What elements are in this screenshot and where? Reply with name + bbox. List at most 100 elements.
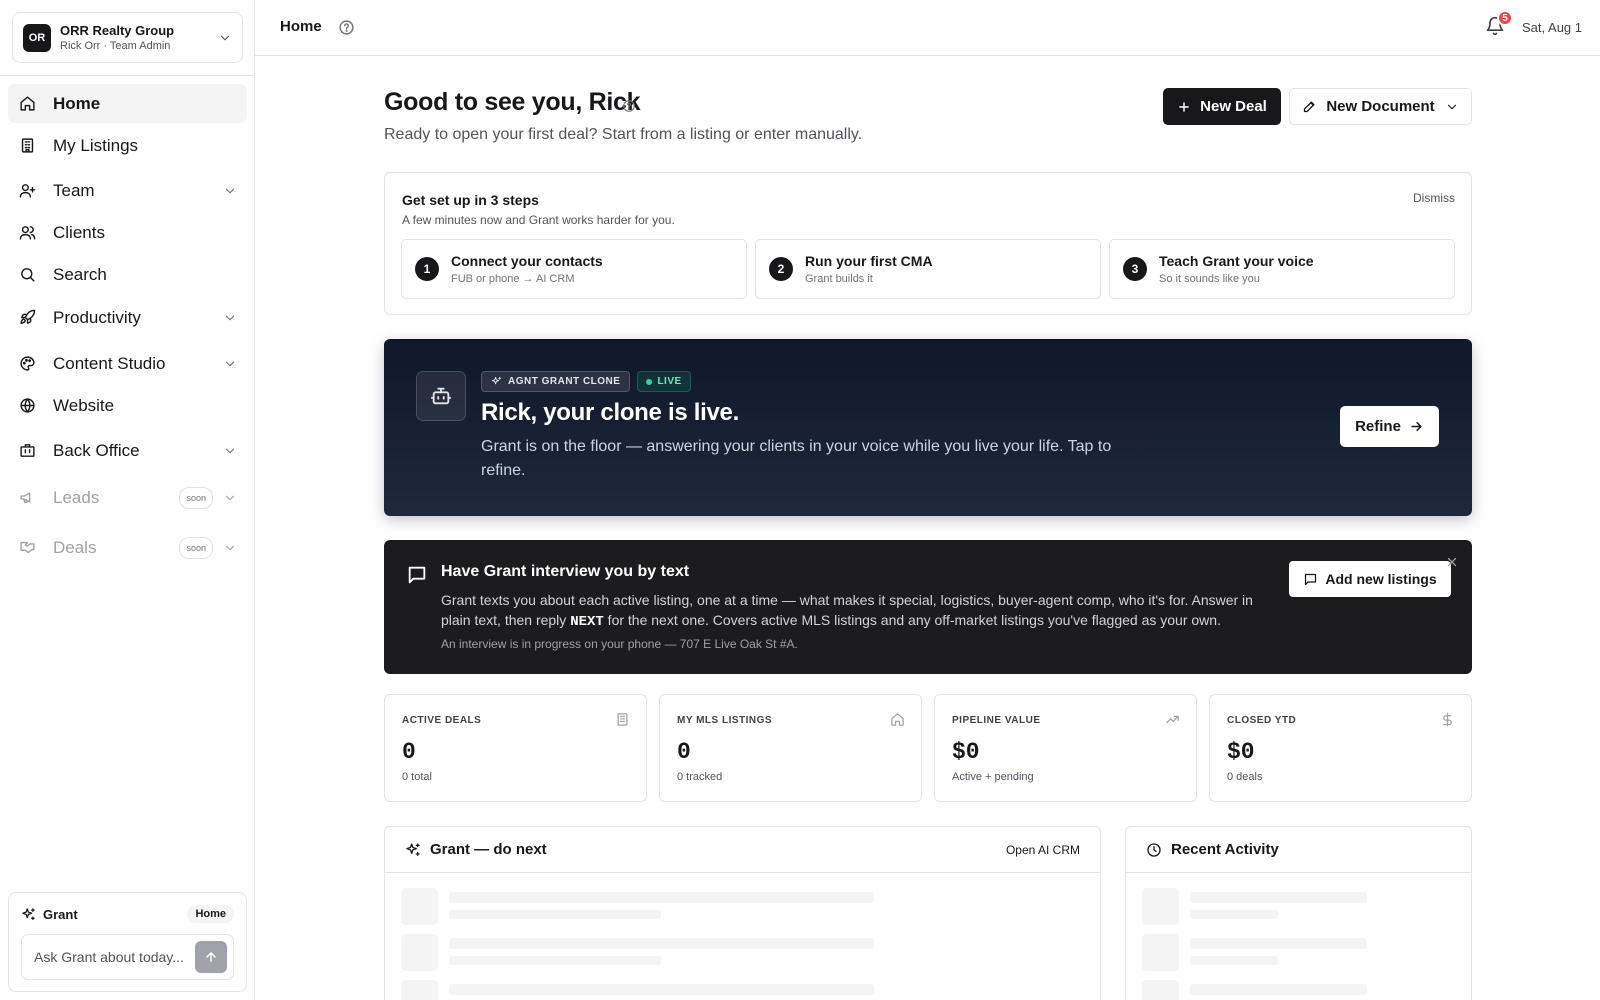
- help-icon[interactable]: [622, 99, 636, 113]
- building-icon: [617, 713, 628, 726]
- open-ai-crm-link[interactable]: Open AI CRM: [1006, 843, 1080, 857]
- add-new-listings-button[interactable]: Add new listings: [1289, 561, 1451, 597]
- interview-keyword: NEXT: [570, 614, 604, 630]
- step-subtitle: Grant builds it: [805, 273, 873, 285]
- new-deal-button[interactable]: New Deal: [1163, 88, 1281, 125]
- stat-card-active-deals: ACTIVE DEALS 0 0 total: [384, 694, 647, 802]
- megaphone-icon: [18, 489, 36, 507]
- org-user-role: Rick Orr · Team Admin: [60, 40, 171, 52]
- clock-icon: [1147, 842, 1161, 857]
- grant-assistant-box: Grant Home: [8, 892, 247, 992]
- setup-title: Get set up in 3 steps: [402, 192, 539, 208]
- clone-title: Rick, your clone is live.: [481, 399, 739, 426]
- stat-subtitle: 0 tracked: [677, 771, 723, 783]
- chevron-down-icon: [220, 35, 230, 40]
- step-subtitle: FUB or phone → AI CRM: [451, 273, 575, 285]
- sidebar-item-website[interactable]: Website: [8, 386, 247, 425]
- help-icon[interactable]: [338, 19, 355, 36]
- new-document-label: New Document: [1326, 98, 1435, 115]
- loading-skeleton-row: [401, 888, 874, 925]
- chevron-down-icon: [225, 495, 235, 500]
- bot-icon: [416, 371, 466, 421]
- sidebar-item-label: My Listings: [53, 135, 139, 155]
- soon-badge: soon: [179, 486, 213, 509]
- stat-subtitle: 0 total: [402, 771, 432, 783]
- sidebar-item-home[interactable]: Home: [8, 84, 247, 123]
- setup-step-run-cma[interactable]: 2 Run your first CMA Grant builds it: [755, 239, 1101, 299]
- sidebar-item-label: Leads: [53, 487, 100, 507]
- sidebar-item-search[interactable]: Search: [8, 255, 247, 294]
- sidebar-item-label: Team: [53, 180, 95, 200]
- sidebar-item-my-listings[interactable]: My Listings: [8, 126, 247, 165]
- ask-grant-input[interactable]: [34, 949, 195, 965]
- stat-subtitle: 0 deals: [1227, 771, 1263, 783]
- sidebar-item-team[interactable]: Team: [8, 171, 247, 210]
- live-label: LIVE: [657, 376, 682, 387]
- globe-icon: [18, 397, 36, 415]
- grant-input-wrapper: [21, 934, 234, 980]
- sidebar-item-content-studio[interactable]: Content Studio: [8, 344, 247, 383]
- message-square-icon: [1305, 573, 1317, 585]
- org-avatar: OR: [23, 23, 51, 52]
- interview-text-after: for the next one. Covers active MLS list…: [603, 612, 1221, 628]
- sidebar-item-productivity[interactable]: Productivity: [8, 298, 247, 337]
- new-document-button[interactable]: New Document: [1289, 88, 1472, 125]
- building-icon: [18, 137, 36, 155]
- stat-card-pipeline-value: PIPELINE VALUE $0 Active + pending: [934, 694, 1197, 802]
- setup-card: Get set up in 3 steps A few minutes now …: [384, 172, 1472, 315]
- dollar-icon: [1443, 712, 1452, 727]
- step-number: 2: [769, 257, 793, 281]
- sidebar-item-deals: Deals soon: [8, 528, 247, 567]
- sidebar-item-leads: Leads soon: [8, 478, 247, 517]
- sidebar-item-label: Website: [53, 395, 115, 415]
- setup-step-connect-contacts[interactable]: 1 Connect your contacts FUB or phone → A…: [401, 239, 747, 299]
- interview-footnote: An interview is in progress on your phon…: [441, 637, 798, 651]
- interview-card: Have Grant interview you by text Grant t…: [384, 540, 1472, 674]
- clone-tag: AGNT GRANT CLONE: [481, 371, 631, 392]
- page-title: Home: [280, 18, 322, 35]
- trending-up-icon: [1166, 715, 1179, 724]
- step-title: Teach Grant your voice: [1159, 253, 1314, 269]
- live-badge: LIVE: [637, 371, 691, 392]
- message-square-icon: [408, 566, 426, 584]
- setup-step-teach-voice[interactable]: 3 Teach Grant your voice So it sounds li…: [1109, 239, 1455, 299]
- sidebar-item-label: Back Office: [53, 440, 140, 460]
- sidebar-item-label: Content Studio: [53, 353, 166, 373]
- arrow-up-icon: [206, 952, 216, 962]
- recent-activity-panel: Recent Activity: [1125, 826, 1472, 1000]
- live-dot-icon: [646, 378, 653, 385]
- step-number: 3: [1123, 257, 1147, 281]
- chevron-down-icon: [225, 448, 235, 453]
- stat-value: 0: [402, 739, 416, 765]
- grant-box-title: Grant: [43, 906, 78, 922]
- sparkles-icon: [22, 907, 35, 920]
- sidebar-item-label: Deals: [53, 537, 97, 557]
- do-next-panel: Grant — do next Open AI CRM: [384, 826, 1101, 1000]
- refine-label: Refine: [1355, 418, 1401, 435]
- step-title: Connect your contacts: [451, 253, 603, 269]
- sidebar-item-clients[interactable]: Clients: [8, 213, 247, 252]
- sidebar-item-label: Clients: [53, 222, 105, 242]
- refine-button[interactable]: Refine: [1340, 406, 1439, 447]
- dismiss-button[interactable]: Dismiss: [1413, 191, 1455, 205]
- sidebar-item-back-office[interactable]: Back Office: [8, 431, 247, 470]
- clone-description: Grant is on the floor — answering your c…: [481, 438, 1112, 479]
- sparkles-icon: [406, 842, 420, 856]
- org-switcher[interactable]: OR ORR Realty Group Rick Orr · Team Admi…: [12, 12, 243, 63]
- chevron-down-icon: [225, 315, 235, 320]
- loading-skeleton-row: [1142, 980, 1367, 1000]
- context-pill: Home: [187, 905, 234, 923]
- step-subtitle: So it sounds like you: [1159, 273, 1260, 285]
- greeting-heading: Good to see you, Rick: [384, 88, 641, 116]
- close-icon[interactable]: [1446, 556, 1458, 568]
- sidebar-divider: [0, 75, 254, 76]
- pencil-icon: [1304, 101, 1315, 113]
- clone-live-banner: AGNT GRANT CLONE LIVE Rick, your clone i…: [384, 339, 1472, 516]
- handshake-icon: [18, 539, 36, 557]
- step-number: 1: [415, 257, 439, 281]
- org-name: ORR Realty Group: [60, 23, 175, 38]
- stat-label: ACTIVE DEALS: [402, 715, 482, 726]
- chevron-down-icon: [225, 545, 235, 550]
- do-next-title: Grant — do next: [430, 841, 547, 858]
- send-button[interactable]: [195, 941, 227, 973]
